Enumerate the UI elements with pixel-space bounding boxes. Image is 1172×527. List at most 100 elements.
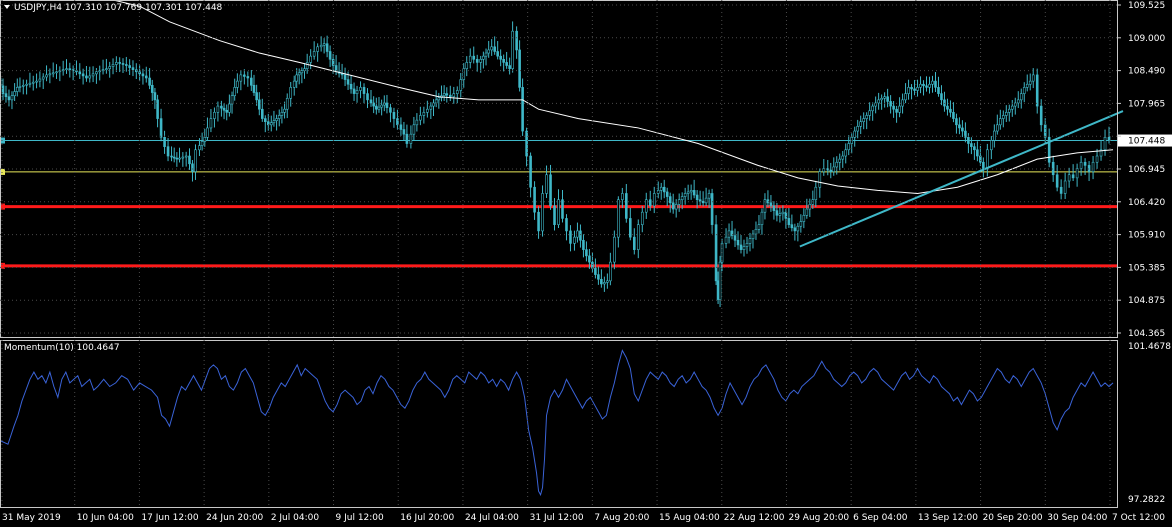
candle-body (328, 51, 332, 60)
candle-body (883, 96, 886, 99)
candle-body (518, 49, 521, 88)
candle-body (976, 149, 979, 157)
candle-body (78, 71, 82, 75)
candle-body (993, 130, 996, 141)
candle-body (692, 190, 696, 196)
candle-body (213, 112, 216, 119)
candle-body (982, 161, 985, 169)
candle-body (629, 218, 632, 238)
candle-body (194, 149, 197, 172)
candle-body (346, 79, 350, 85)
candle-body (545, 174, 548, 194)
current-price-label: 107.448 (1128, 137, 1165, 147)
candle-body (931, 80, 934, 85)
candle-body (283, 108, 286, 113)
candle-body (901, 99, 904, 107)
candle-body (479, 58, 483, 63)
candle-body (1022, 87, 1026, 94)
candle-body (38, 78, 42, 82)
candle-body (695, 194, 699, 201)
y-tick-label: 108.490 (1128, 67, 1165, 77)
candle-body (459, 79, 463, 91)
candle-body (781, 211, 785, 215)
candle-body (28, 82, 32, 85)
candle-body (402, 129, 406, 135)
candle-body (739, 244, 743, 250)
x-tick-label: 9 Jul 12:00 (336, 513, 385, 523)
candle-body (412, 124, 416, 135)
candle-body (445, 93, 449, 96)
candle-body (1007, 108, 1011, 113)
candle-body (772, 205, 776, 211)
candle-body (118, 62, 121, 64)
candle-body (665, 191, 669, 197)
candle-body (18, 86, 22, 88)
candle-body (640, 211, 644, 225)
candle-body (1039, 105, 1043, 126)
trading-chart[interactable]: 107.448 31 May 2019 10 Jun 04:00 17 Jun 12… (0, 0, 1172, 527)
candle-body (648, 199, 652, 207)
candle-body (704, 197, 708, 204)
candle-body (1031, 74, 1035, 82)
candle-body (153, 92, 157, 101)
candle-body (1055, 174, 1059, 188)
candle-body (549, 174, 552, 207)
x-tick-label: 29 Aug 20:00 (788, 513, 849, 523)
candle-body (910, 87, 913, 90)
y-tick-label: 104.365 (1128, 329, 1165, 339)
candle-body (1013, 102, 1017, 107)
candle-body (617, 199, 620, 238)
candle-body (529, 155, 532, 188)
candle-body (252, 84, 256, 93)
candle-body (472, 55, 476, 60)
candle-body (305, 62, 309, 69)
candle-body (468, 55, 472, 63)
candle-body (300, 70, 304, 74)
y-tick-label: 105.385 (1128, 263, 1165, 273)
candle-body (916, 87, 919, 91)
candle-body (1025, 83, 1029, 88)
candle-body (490, 46, 493, 51)
candle-body (101, 69, 105, 72)
candle-body (426, 108, 429, 113)
candle-body (573, 236, 576, 244)
momentum-y-tick-label: 97.2822 (1128, 495, 1165, 505)
candle-body (778, 213, 782, 216)
candle-body (275, 118, 278, 121)
candle-body (191, 163, 194, 172)
candle-body (1059, 186, 1063, 194)
candle-body (385, 102, 389, 108)
candle-body (65, 68, 68, 70)
candle-body (508, 65, 511, 69)
candle-body (280, 112, 284, 116)
candle-body (181, 156, 185, 159)
candle-body (216, 105, 220, 113)
candle-body (677, 199, 681, 205)
candle-body (1063, 180, 1067, 194)
candle-body (603, 282, 606, 285)
candle-body (757, 224, 761, 230)
candle-body (970, 143, 973, 147)
candle-body (159, 118, 163, 138)
candle-body (877, 99, 880, 104)
candle-body (285, 97, 289, 110)
candle-body (4, 93, 8, 98)
y-tick-label: 104.875 (1128, 296, 1165, 306)
candle-body (375, 105, 378, 110)
candle-body (742, 246, 746, 250)
candle-body (805, 208, 809, 216)
candle-body (919, 83, 922, 88)
y-tick-label: 105.910 (1128, 231, 1165, 241)
candle-body (184, 155, 188, 158)
candle-body (796, 225, 800, 232)
candle-body (636, 224, 640, 250)
candle-body (380, 104, 383, 108)
chart-background (0, 0, 1172, 527)
candle-body (389, 107, 392, 113)
candle-body (121, 63, 125, 65)
candle-body (847, 143, 851, 151)
candle-body (484, 52, 488, 57)
candle-body (170, 155, 173, 158)
candle-body (1071, 174, 1075, 179)
candle-body (359, 87, 362, 91)
